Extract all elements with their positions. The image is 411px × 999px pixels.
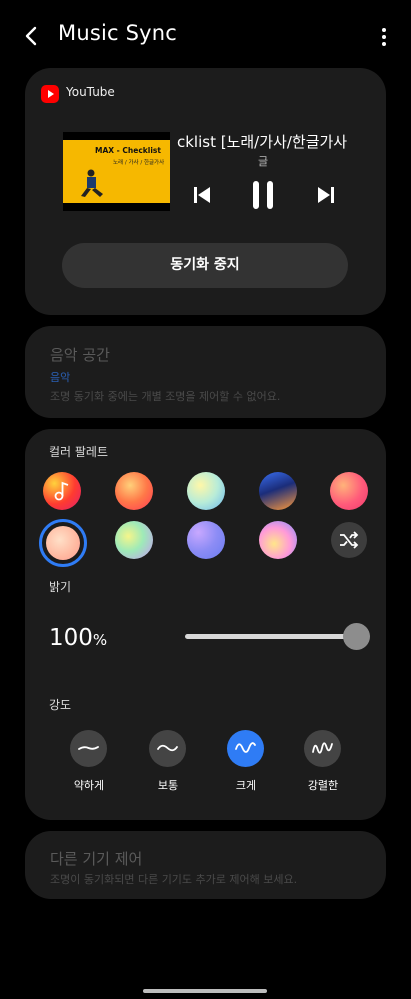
palette-swatch-4[interactable] bbox=[259, 472, 297, 510]
intensity-intense-label: 강렬한 bbox=[307, 779, 339, 792]
youtube-icon bbox=[41, 85, 59, 103]
other-devices-title: 다른 기기 제어 bbox=[50, 850, 143, 868]
other-devices-card: 다른 기기 제어 조명이 동기화되면 다른 기기도 추가로 제어해 보세요. bbox=[25, 831, 386, 899]
album-thumbnail: MAX - Checklist 노래 / 가사 / 한글가사 bbox=[63, 132, 170, 211]
song-title: cklist [노래/가사/한글가사 bbox=[177, 133, 347, 151]
palette-swatch-7[interactable] bbox=[115, 521, 153, 559]
music-space-value: 음악 bbox=[50, 371, 71, 384]
next-track-icon[interactable] bbox=[317, 186, 335, 204]
palette-swatch-1[interactable] bbox=[43, 472, 81, 510]
home-indicator[interactable] bbox=[143, 989, 267, 993]
intensity-intense-button[interactable] bbox=[304, 730, 341, 767]
flat-wave-icon bbox=[78, 746, 99, 750]
intense-wave-icon bbox=[312, 742, 333, 754]
intensity-weak-button[interactable] bbox=[70, 730, 107, 767]
brightness-number: 100 bbox=[49, 625, 93, 651]
thumbnail-title: MAX - Checklist bbox=[95, 146, 161, 155]
palette-swatch-6[interactable] bbox=[46, 526, 80, 560]
app-header: Music Sync bbox=[0, 18, 411, 54]
palette-swatch-9[interactable] bbox=[259, 521, 297, 559]
intensity-normal-button[interactable] bbox=[149, 730, 186, 767]
intensity-weak-label: 약하게 bbox=[73, 779, 105, 792]
palette-swatch-2[interactable] bbox=[115, 472, 153, 510]
brightness-slider-track[interactable] bbox=[185, 634, 355, 639]
intensity-normal-label: 보통 bbox=[157, 779, 179, 792]
palette-swatch-3[interactable] bbox=[187, 472, 225, 510]
palette-label: 컬러 팔레트 bbox=[49, 445, 109, 459]
brightness-slider-thumb[interactable] bbox=[343, 623, 370, 650]
lighting-controls-card: 컬러 팔레트 밝기 100% 강도 약하게 보통 크게 강렬한 bbox=[25, 429, 386, 820]
music-space-note: 조명 동기화 중에는 개별 조명을 제어할 수 없어요. bbox=[50, 390, 281, 403]
strong-wave-icon bbox=[235, 742, 256, 753]
source-app-name: YouTube bbox=[66, 85, 115, 99]
brightness-label: 밝기 bbox=[49, 580, 72, 594]
brightness-unit: % bbox=[92, 631, 108, 649]
music-space-card: 음악 공간 음악 조명 동기화 중에는 개별 조명을 제어할 수 없어요. bbox=[25, 326, 386, 418]
shuffle-button[interactable] bbox=[331, 522, 367, 558]
other-devices-note: 조명이 동기화되면 다른 기기도 추가로 제어해 보세요. bbox=[50, 873, 298, 886]
now-playing-card: YouTube MAX - Checklist 노래 / 가사 / 한글가사 c… bbox=[25, 68, 386, 315]
pause-icon[interactable] bbox=[251, 180, 275, 210]
brightness-value: 100% bbox=[49, 625, 107, 651]
palette-swatch-5[interactable] bbox=[330, 472, 368, 510]
intensity-strong-label: 크게 bbox=[235, 779, 257, 792]
previous-track-icon[interactable] bbox=[193, 186, 211, 204]
more-vertical-icon[interactable] bbox=[379, 26, 389, 48]
music-space-title: 음악 공간 bbox=[50, 346, 110, 364]
palette-swatch-8[interactable] bbox=[187, 521, 225, 559]
chevron-left-icon[interactable] bbox=[20, 22, 44, 50]
stop-sync-button[interactable]: 동기화 중지 bbox=[62, 243, 348, 288]
music-note-icon bbox=[54, 481, 69, 501]
shuffle-icon bbox=[340, 531, 359, 549]
intensity-strong-button[interactable] bbox=[227, 730, 264, 767]
thumbnail-figure bbox=[81, 169, 103, 197]
page-title: Music Sync bbox=[58, 21, 178, 45]
gentle-wave-icon bbox=[157, 744, 178, 752]
thumbnail-subtitle: 노래 / 가사 / 한글가사 bbox=[113, 160, 165, 166]
intensity-label: 강도 bbox=[49, 698, 72, 712]
artist-name: 글 bbox=[258, 155, 269, 168]
